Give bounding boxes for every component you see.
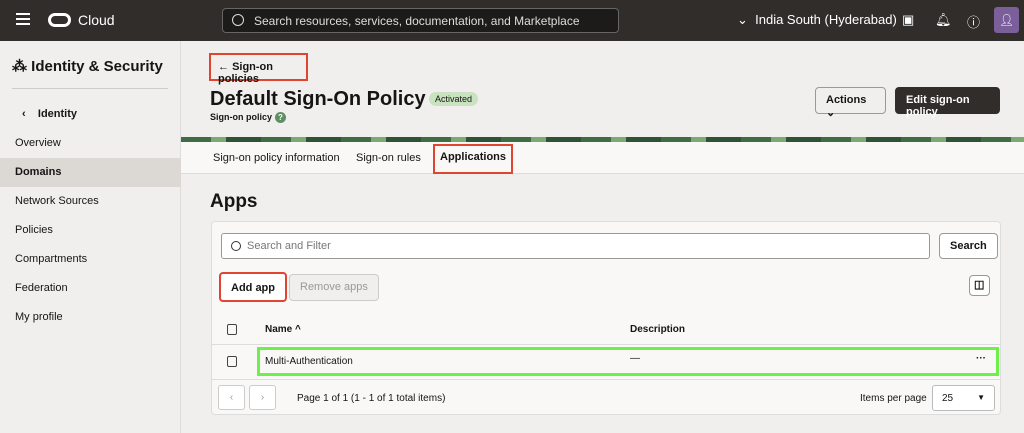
tab-applications[interactable]: Applications — [433, 144, 514, 174]
notifications-bell-icon[interactable]: 🔔︎ — [935, 12, 952, 28]
column-header-description: Description — [630, 324, 686, 335]
select-all-checkbox[interactable] — [227, 324, 237, 335]
help-icon[interactable]: ⓘ — [967, 12, 980, 31]
region-selector[interactable]: ⌄ India South (Hyderabad) — [737, 12, 897, 28]
page-subtitle: Sign-on policy? — [210, 112, 286, 123]
app-description: — — [630, 353, 640, 364]
sort-ascending-icon: ^ — [295, 324, 301, 335]
breadcrumb-sign-on-policies[interactable]: ← Sign-on policies — [209, 53, 308, 85]
status-badge: Activated — [429, 92, 479, 106]
subtitle-text: Sign-on policy — [210, 112, 272, 122]
divider — [212, 379, 1000, 380]
hamburger-menu-icon[interactable] — [16, 13, 30, 25]
sidebar-item-my-profile[interactable]: My profile — [0, 303, 181, 332]
search-filter-input[interactable]: Search and Filter — [221, 233, 930, 259]
sidebar-item-network-sources[interactable]: Network Sources — [0, 187, 181, 216]
region-label: India South (Hyderabad) — [755, 12, 897, 27]
chevron-down-icon: ⌄ — [826, 107, 836, 119]
back-label: Identity — [37, 108, 78, 120]
remove-apps-button[interactable]: Remove apps — [289, 274, 379, 301]
row-actions-more-icon[interactable]: ··· — [976, 353, 986, 364]
search-placeholder: Search resources, services, documentatio… — [254, 14, 580, 28]
search-button[interactable]: Search — [939, 233, 998, 259]
identity-security-icon: ⁂ — [12, 58, 32, 75]
user-avatar[interactable]: 👤︎ — [994, 7, 1019, 33]
developer-tools-icon[interactable]: ▣ — [902, 12, 914, 28]
column-layout-icon[interactable]: ◫ — [969, 275, 990, 296]
tab-sign-on-rules[interactable]: Sign-on rules — [356, 152, 421, 164]
chevron-left-icon: ‹ — [22, 108, 38, 120]
tab-bar: Sign-on policy information Sign-on rules… — [181, 142, 1024, 174]
sidebar-item-federation[interactable]: Federation — [0, 274, 181, 303]
actions-label: Actions — [826, 94, 867, 106]
app-name[interactable]: Multi-Authentication — [265, 356, 353, 367]
global-search-input[interactable]: Search resources, services, documentatio… — [222, 8, 619, 33]
sidebar-back-identity[interactable]: ‹ Identity — [22, 108, 77, 120]
search-icon — [232, 14, 244, 26]
page-title: Default Sign-On Policy — [210, 88, 426, 110]
apps-heading: Apps — [210, 191, 258, 212]
apps-table-panel: Search and Filter Search Add app Remove … — [211, 221, 1001, 415]
sidebar: ⁂ Identity & Security ‹ Identity Overvie… — [0, 41, 181, 433]
name-header-label: Name — [265, 324, 293, 335]
sidebar-item-policies[interactable]: Policies — [0, 216, 181, 245]
search-icon — [231, 241, 241, 251]
brand-label[interactable]: Cloud — [78, 12, 115, 28]
arrow-left-icon: ← — [218, 61, 233, 73]
next-page-button[interactable]: › — [249, 385, 276, 410]
actions-button[interactable]: Actions ⌄ — [815, 87, 886, 119]
caret-down-icon: ▼ — [977, 393, 985, 402]
sidebar-title: ⁂ Identity & Security — [12, 57, 163, 75]
table-row[interactable]: Multi-Authentication — ··· — [257, 347, 999, 376]
sidebar-item-domains[interactable]: Domains — [0, 158, 181, 187]
previous-page-button[interactable]: ‹ — [218, 385, 245, 410]
sidebar-title-text: Identity & Security — [31, 58, 163, 75]
edit-sign-on-policy-button[interactable]: Edit sign-on policy — [895, 87, 1000, 118]
add-app-button[interactable]: Add app — [219, 272, 287, 302]
items-per-page-value: 25 — [942, 393, 954, 404]
tab-sign-on-policy-information[interactable]: Sign-on policy information — [213, 152, 340, 164]
top-bar: Cloud Search resources, services, docume… — [0, 0, 1024, 41]
search-filter-placeholder: Search and Filter — [247, 240, 331, 252]
pagination-status: Page 1 of 1 (1 - 1 of 1 total items) — [297, 393, 446, 404]
divider — [12, 88, 168, 89]
sidebar-item-overview[interactable]: Overview — [0, 129, 181, 158]
column-header-name[interactable]: Name ^ — [265, 324, 301, 335]
items-per-page-select[interactable]: 25 ▼ — [932, 385, 995, 411]
items-per-page-label: Items per page — [860, 393, 927, 404]
help-icon[interactable]: ? — [275, 112, 286, 123]
divider — [212, 344, 1000, 345]
sidebar-item-compartments[interactable]: Compartments — [0, 245, 181, 274]
row-checkbox[interactable] — [227, 356, 237, 367]
oracle-logo[interactable] — [48, 13, 71, 27]
main-content: ← Sign-on policies Default Sign-On Polic… — [181, 41, 1024, 433]
